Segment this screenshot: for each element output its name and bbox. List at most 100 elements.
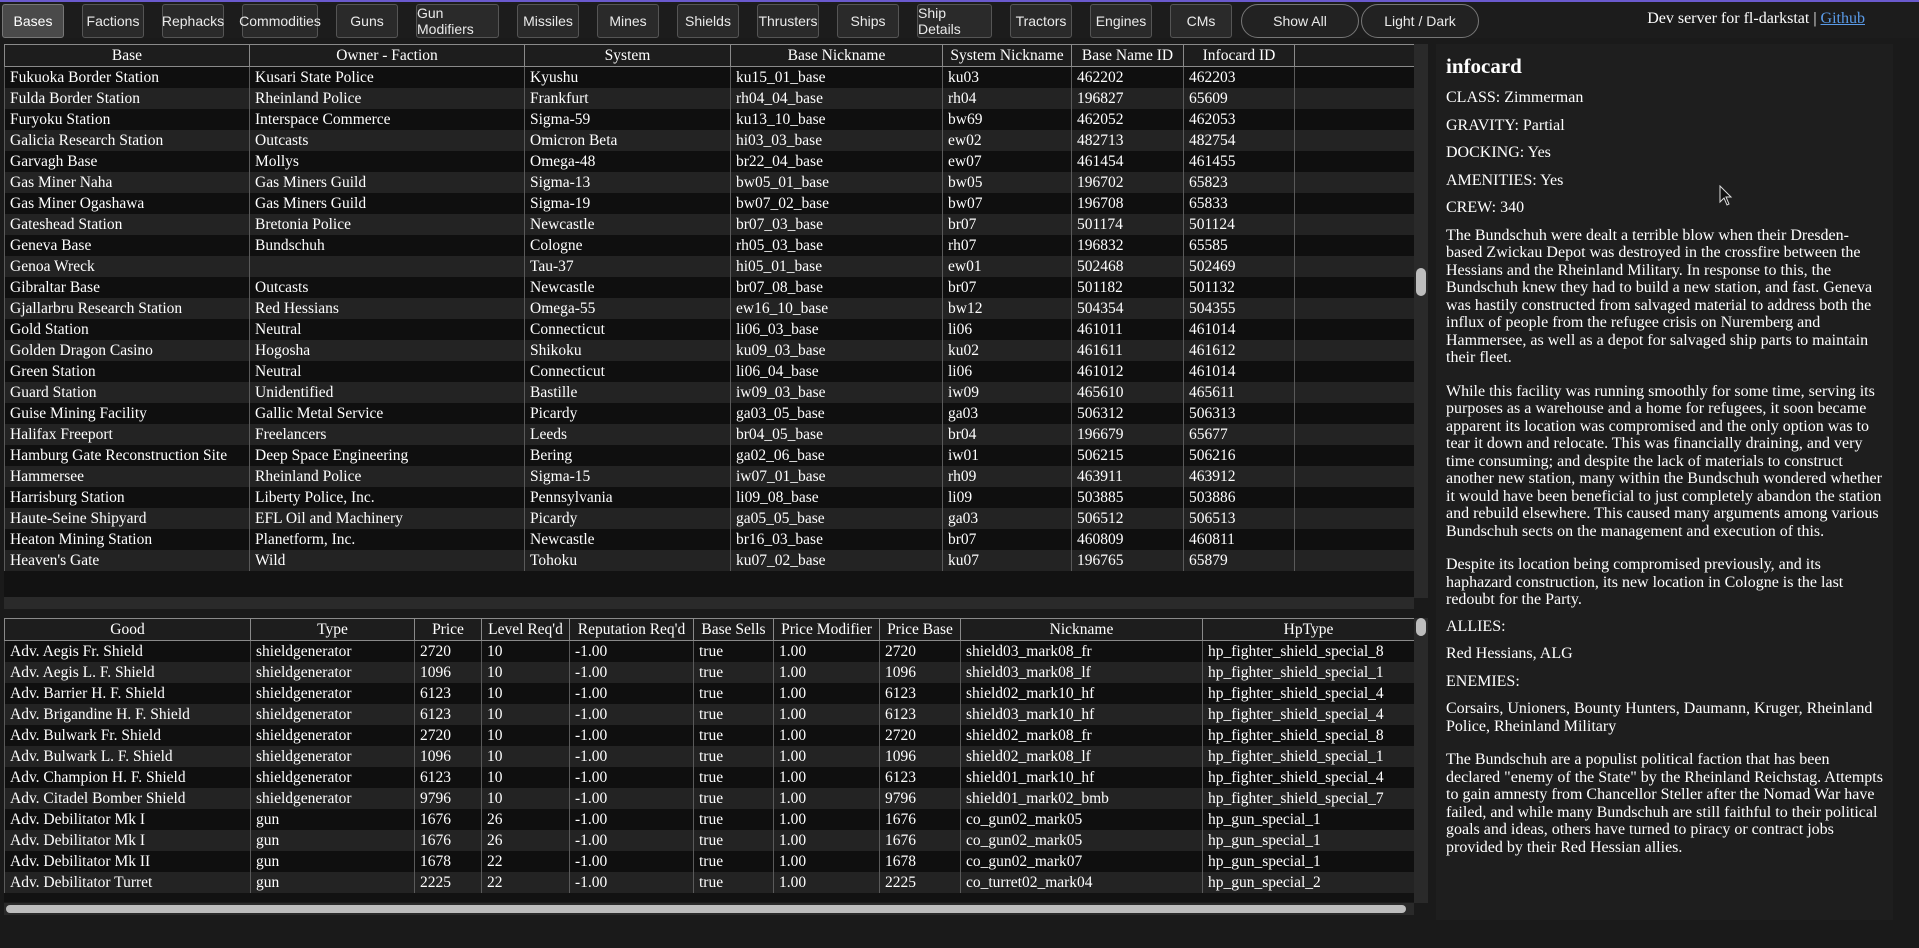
column-header[interactable]: Base Nickname — [730, 44, 943, 67]
table-row[interactable]: Halifax Freeport Freelancers Leeds br04_05_… — [4, 424, 1414, 445]
column-header[interactable]: Nickname — [960, 618, 1203, 641]
column-header[interactable]: Reputation Req'd — [569, 618, 694, 641]
column-header[interactable]: Price — [414, 618, 482, 641]
table-cell: true — [693, 725, 774, 746]
allies-list: Red Hessians, ALG — [1446, 645, 1573, 662]
table-cell: Tohoku — [524, 550, 731, 571]
table-row[interactable]: Adv. Debilitator Mk Igun 1676 26 -1.00 true 1… — [4, 809, 1414, 830]
column-header[interactable]: Level Req'd — [481, 618, 570, 641]
table-row[interactable]: Heaven's Gate Wild Tohoku ku07_02_base ku07 1… — [4, 550, 1414, 571]
nav-tab-thrusters[interactable]: Thrusters — [757, 4, 819, 38]
table-row[interactable]: Adv. Bulwark Fr. Shield shieldgenerator 27… — [4, 725, 1414, 746]
table-row[interactable]: Gold Station Neutral Connecticut li06_03_ba… — [4, 319, 1414, 340]
table-row[interactable]: Adv. Citadel Bomber Shield shieldgenerato… — [4, 788, 1414, 809]
nav-tab-rephacks[interactable]: Rephacks — [162, 4, 224, 38]
table-row[interactable]: Galicia Research Station Outcasts Omicron … — [4, 130, 1414, 151]
table-cell: Sigma-13 — [524, 172, 731, 193]
bases-horizontal-scrollbar[interactable] — [4, 597, 1414, 609]
table-row[interactable]: Gas Miner Ogashawa Gas Miners Guild Sigma-… — [4, 193, 1414, 214]
column-header[interactable]: Base — [4, 44, 250, 67]
table-cell: shield03_mark08_fr — [960, 640, 1203, 662]
column-header[interactable]: Base Sells — [693, 618, 774, 641]
table-row[interactable]: Fukuoka Border Station Kusari State Polic… — [4, 66, 1414, 88]
table-cell: 1096 — [879, 746, 961, 767]
table-cell: 6123 — [414, 704, 482, 725]
table-cell: Gallic Metal Service — [249, 403, 525, 424]
table-row[interactable]: Furyoku Station Interspace Commerce Sigma-… — [4, 109, 1414, 130]
table-row[interactable]: Adv. Debilitator Turret gun 2225 22 -1.00 tru… — [4, 872, 1414, 893]
table-row[interactable]: Fulda Border Station Rheinland Police Fran… — [4, 88, 1414, 109]
table-row[interactable]: Gibraltar Base Outcasts Newcastle br07_08_b… — [4, 277, 1414, 298]
table-cell: 196679 — [1071, 424, 1184, 445]
table-row[interactable]: Haute-Seine Shipyard EFL Oil and Machiner… — [4, 508, 1414, 529]
column-header[interactable]: Type — [250, 618, 415, 641]
column-header[interactable]: Infocard ID — [1183, 44, 1295, 67]
column-header[interactable]: Price Modifier — [773, 618, 880, 641]
table-row[interactable]: Heaton Mining Station Planetform, Inc. New… — [4, 529, 1414, 550]
market-vertical-scrollbar[interactable] — [1414, 618, 1428, 903]
nav-tab-mines[interactable]: Mines — [597, 4, 659, 38]
nav-tab-guns[interactable]: Guns — [336, 4, 398, 38]
github-link[interactable]: Github — [1821, 10, 1865, 27]
table-cell: -1.00 — [569, 746, 694, 767]
nav-tab-ships[interactable]: Ships — [837, 4, 899, 38]
nav-tab-factions[interactable]: Factions — [82, 4, 144, 38]
table-row[interactable]: Gateshead Station Bretonia Police Newcastl… — [4, 214, 1414, 235]
table-row[interactable]: Adv. Brigandine H. F. Shield shieldgenera… — [4, 704, 1414, 725]
nav-tab-tractors[interactable]: Tractors — [1010, 4, 1072, 38]
column-header[interactable] — [1294, 44, 1414, 67]
table-cell: Neutral — [249, 319, 525, 340]
table-cell: -1.00 — [569, 872, 694, 893]
market-hscroll-thumb[interactable] — [6, 905, 1406, 913]
table-row[interactable]: Garvagh Base Mollys Omega-48 br22_04_base ew… — [4, 151, 1414, 172]
table-cell: hp_gun_special_2 — [1202, 872, 1414, 893]
bases-scroll-thumb[interactable] — [1416, 268, 1426, 296]
nav-tab-gun-modifiers[interactable]: Gun Modifiers — [416, 4, 499, 38]
table-row[interactable]: Adv. Barrier H. F. Shield shieldgenerator… — [4, 683, 1414, 704]
market-scroll-thumb[interactable] — [1416, 618, 1426, 636]
nav-tab-shields[interactable]: Shields — [677, 4, 739, 38]
nav-tab-bases[interactable]: Bases — [2, 4, 64, 38]
nav-tab-commodities[interactable]: Commodities — [239, 4, 321, 38]
table-row[interactable]: Green Station Neutral Connecticut li06_04_b… — [4, 361, 1414, 382]
column-header[interactable]: System Nickname — [942, 44, 1072, 67]
column-header[interactable]: HpType — [1202, 618, 1414, 641]
table-row[interactable]: Adv. Debilitator Mk II gun 1678 22 -1.00 true… — [4, 851, 1414, 872]
table-row[interactable]: Guard Station Unidentified Bastille iw09_03… — [4, 382, 1414, 403]
column-header[interactable]: Good — [4, 618, 251, 641]
column-header[interactable]: Owner - Faction — [249, 44, 525, 67]
nav-tab-cms[interactable]: CMs — [1170, 4, 1232, 38]
table-cell: 461011 — [1071, 319, 1184, 340]
table-row[interactable]: Gjallarbru Research Station Red Hessians O… — [4, 298, 1414, 319]
table-cell — [1294, 235, 1414, 256]
table-row[interactable]: Golden Dragon Casino Hogosha Shikoku ku09_0… — [4, 340, 1414, 361]
table-cell: 22 — [481, 872, 570, 893]
column-header[interactable]: Price Base — [879, 618, 961, 641]
table-cell — [1294, 361, 1414, 382]
table-cell: Golden Dragon Casino — [4, 340, 250, 361]
table-row[interactable]: Geneva Base Bundschuh Cologne rh05_03_base r… — [4, 235, 1414, 256]
table-cell: 65879 — [1183, 550, 1295, 571]
table-row[interactable]: Hamburg Gate Reconstruction Site Deep Spa… — [4, 445, 1414, 466]
market-horizontal-scrollbar[interactable] — [4, 903, 1414, 915]
column-header[interactable]: Base Name ID — [1071, 44, 1184, 67]
bases-vertical-scrollbar[interactable] — [1414, 44, 1428, 598]
table-row[interactable]: Adv. Champion H. F. Shield shieldgenerato… — [4, 767, 1414, 788]
table-cell: ga02_06_base — [730, 445, 943, 466]
table-row[interactable]: Guise Mining Facility Gallic Metal Servic… — [4, 403, 1414, 424]
nav-tab-missiles[interactable]: Missiles — [517, 4, 579, 38]
column-header[interactable]: System — [524, 44, 731, 67]
table-row[interactable]: Adv. Debilitator Mk Igun 1676 26 -1.00 true 1… — [4, 830, 1414, 851]
nav-tab-engines[interactable]: Engines — [1090, 4, 1152, 38]
table-row[interactable]: Gas Miner Naha Gas Miners Guild Sigma-13 bw… — [4, 172, 1414, 193]
table-row[interactable]: Adv. Aegis Fr. Shield shieldgenerator 2720… — [4, 640, 1414, 662]
table-row[interactable]: Adv. Bulwark L. F. Shield shieldgenerator… — [4, 746, 1414, 767]
nav-tab-ship-details[interactable]: Ship Details — [917, 4, 992, 38]
table-row[interactable]: Harrisburg Station Liberty Police, Inc. Pe… — [4, 487, 1414, 508]
table-row[interactable]: Adv. Aegis L. F. Shield shieldgenerator 10… — [4, 662, 1414, 683]
table-cell: 2225 — [414, 872, 482, 893]
table-row[interactable]: Hammersee Rheinland Police Sigma-15 iw07_01… — [4, 466, 1414, 487]
light-dark-toggle[interactable]: Light / Dark — [1361, 4, 1479, 38]
show-all-button[interactable]: Show All — [1241, 4, 1359, 38]
table-row[interactable]: Genoa Wreck Tau-37 hi05_01_base ew01 502468 5… — [4, 256, 1414, 277]
